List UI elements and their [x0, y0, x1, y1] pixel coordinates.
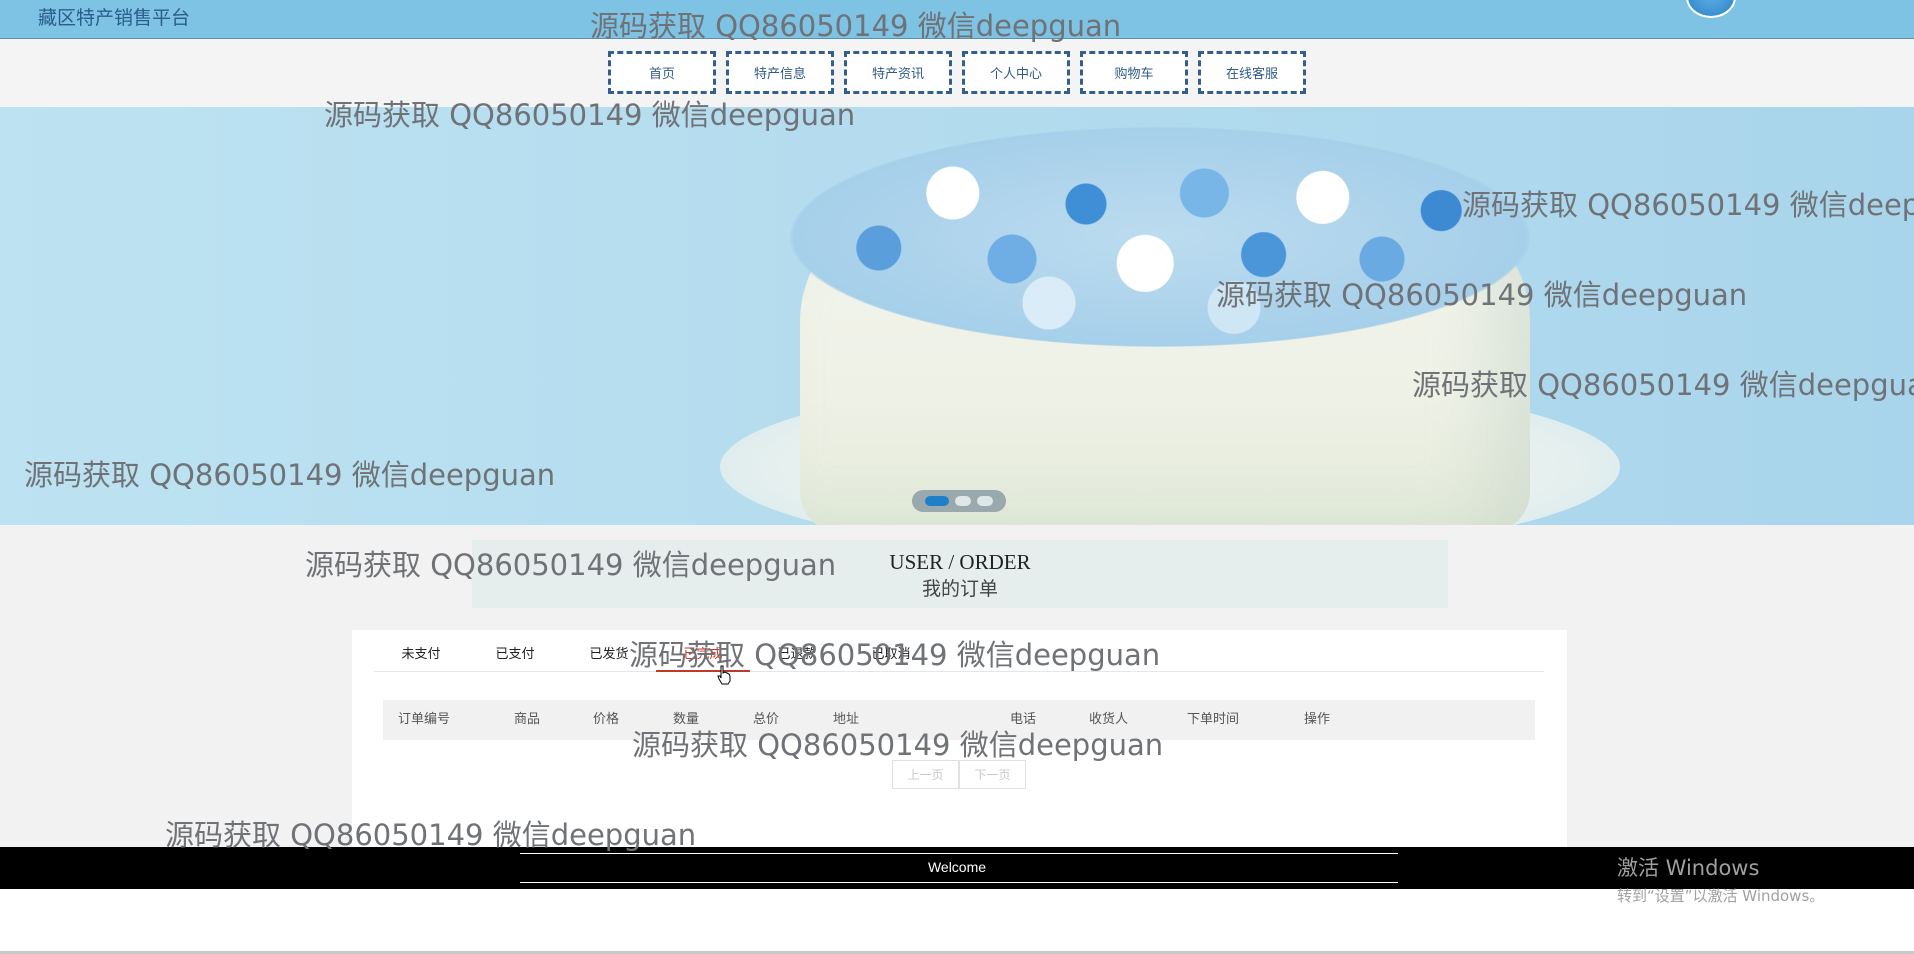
- nav-item-online-service[interactable]: 在线客服: [1198, 51, 1306, 94]
- tab-refunded[interactable]: 已退款: [750, 640, 844, 672]
- column-header-actions: 操作: [1304, 712, 1331, 727]
- site-title[interactable]: 藏区特产销售平台: [38, 3, 190, 30]
- column-header-address: 地址: [833, 712, 860, 727]
- section-heading: USER / ORDER 我的订单: [472, 540, 1448, 608]
- windows-activation-title: 激活 Windows: [1617, 856, 1760, 880]
- tab-completed[interactable]: 已完成: [656, 640, 750, 672]
- column-header-phone: 电话: [1010, 712, 1037, 727]
- next-page-button[interactable]: 下一页: [959, 760, 1026, 789]
- column-header-product: 商品: [514, 712, 541, 727]
- nav-item-home[interactable]: 首页: [608, 51, 716, 94]
- column-header-quantity: 数量: [673, 712, 700, 727]
- tab-shipped[interactable]: 已发货: [562, 640, 656, 672]
- nav-item-specialty-info[interactable]: 特产信息: [726, 51, 834, 94]
- column-header-total: 总价: [753, 712, 780, 727]
- windows-activation-notice: 激活 Windows 转到“设置”以激活 Windows。: [1617, 852, 1824, 906]
- carousel-dot-1[interactable]: [925, 496, 949, 506]
- column-header-order-no: 订单编号: [398, 712, 451, 727]
- order-status-tabs: 未支付 已支付 已发货 已完成 已退款 已取消: [374, 640, 1544, 672]
- column-header-price: 价格: [593, 712, 620, 727]
- banner-image-flowers: [790, 127, 1530, 347]
- nav-item-cart[interactable]: 购物车: [1080, 51, 1188, 94]
- carousel-dot-3[interactable]: [977, 496, 993, 506]
- avatar[interactable]: [1686, 0, 1736, 18]
- column-header-receiver: 收货人: [1089, 712, 1129, 727]
- banner-carousel[interactable]: [0, 107, 1914, 525]
- order-panel: 未支付 已支付 已发货 已完成 已退款 已取消 订单编号 商品 价格 数量 总价…: [352, 630, 1567, 847]
- carousel-indicators: [912, 490, 1006, 512]
- top-bar: 藏区特产销售平台: [0, 0, 1914, 39]
- tab-paid[interactable]: 已支付: [468, 640, 562, 672]
- footer-divider-top: [520, 853, 1398, 854]
- footer-divider-bottom: [520, 882, 1398, 883]
- section-title-cn: 我的订单: [921, 578, 998, 600]
- nav-item-user-center[interactable]: 个人中心: [962, 51, 1070, 94]
- nav-item-specialty-news[interactable]: 特产资讯: [844, 51, 952, 94]
- order-table-header: 订单编号 商品 价格 数量 总价 地址 电话 收货人 下单时间 操作: [383, 700, 1535, 740]
- hand-cursor-icon: [717, 665, 731, 685]
- windows-activation-subtitle: 转到“设置”以激活 Windows。: [1617, 887, 1825, 905]
- column-header-order-time: 下单时间: [1187, 712, 1240, 727]
- carousel-dot-2[interactable]: [955, 496, 971, 506]
- pagination: 上一页 下一页: [892, 760, 1026, 789]
- tab-cancelled[interactable]: 已取消: [844, 640, 938, 672]
- main-nav: 首页 特产信息 特产资讯 个人中心 购物车 在线客服: [0, 39, 1914, 107]
- section-title-en: USER / ORDER: [889, 550, 1031, 574]
- tab-unpaid[interactable]: 未支付: [374, 640, 468, 672]
- prev-page-button[interactable]: 上一页: [892, 760, 959, 789]
